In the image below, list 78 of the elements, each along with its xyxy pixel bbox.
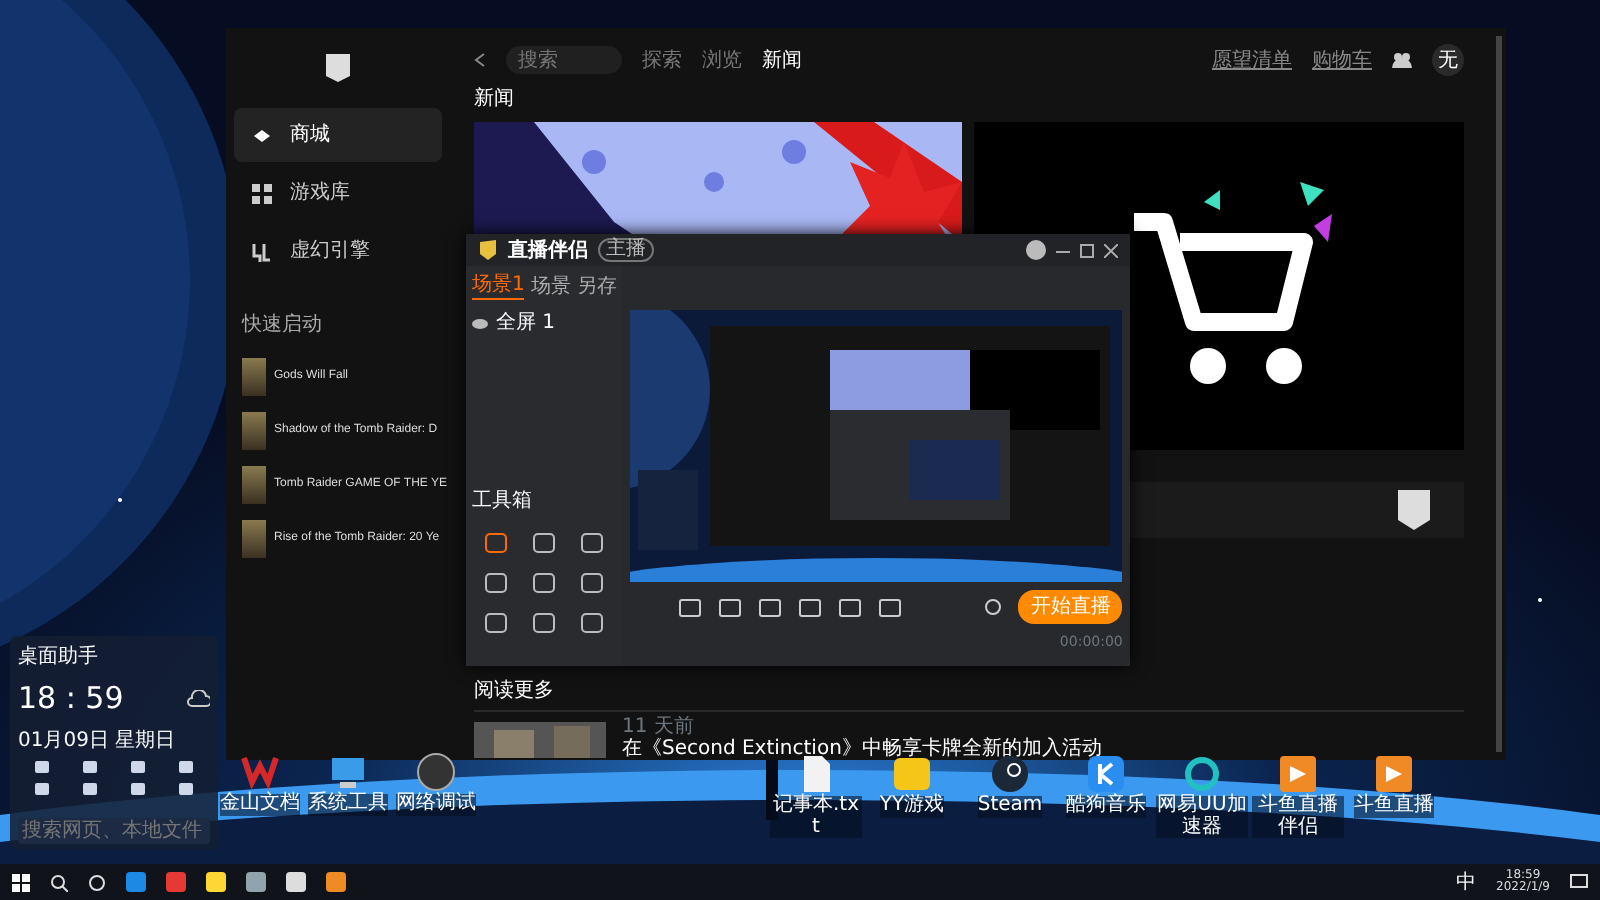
nav-tab[interactable]: 新闻 [762,45,802,75]
tool-icon[interactable] [484,572,509,594]
clock-time: 18 : 59 [18,678,124,720]
source-icon[interactable] [838,597,863,617]
cloud-icon [186,689,210,708]
maximize-icon[interactable] [1080,243,1094,257]
news-age: 11 天前 [622,718,696,738]
start-icon[interactable] [12,873,30,891]
source-item[interactable]: 全屏 1 [496,308,556,338]
avatar[interactable]: 无 [1432,44,1464,76]
avatar[interactable] [1026,240,1046,260]
tool-icon[interactable] [532,612,557,634]
game-cover-icon [242,358,266,396]
source-icon[interactable] [678,597,703,617]
grid-icon [250,181,274,205]
header-link[interactable]: 购物车 [1312,45,1372,75]
app-logo-icon [478,238,498,262]
tool-icon[interactable] [580,572,605,594]
desktop-shortcut[interactable]: 酷狗音乐 [1060,754,1152,817]
epic-logo-icon [1396,488,1432,532]
tool-icon[interactable] [532,532,557,554]
header-link[interactable]: 愿望清单 [1212,45,1292,75]
nav-tab[interactable]: 浏览 [702,45,742,75]
desktop-shortcut[interactable]: 系统工具 [306,752,390,815]
app-icon [990,754,1030,794]
u-mark-icon [250,239,274,263]
desktop-shortcut[interactable]: YY游戏 [866,754,958,817]
read-more-link[interactable]: 阅读更多 [474,682,554,702]
app-icon [1374,754,1414,794]
tool-icon[interactable] [580,532,605,554]
settings-icon[interactable] [984,598,1003,616]
role-badge: 主播 [598,238,654,262]
source-icon[interactable] [718,597,743,617]
section-title: 新闻 [474,85,516,114]
circle-icon[interactable] [88,873,106,891]
sidebar-item[interactable]: 虚幻引擎 [234,224,442,278]
source-icon[interactable] [878,597,903,617]
tool-icon[interactable] [484,612,509,634]
scene-tab[interactable]: 场景 [530,272,571,300]
desktop-shortcut[interactable]: Steam [964,754,1056,817]
search-field[interactable]: 搜索 [506,46,622,74]
tool-icon[interactable] [532,572,557,594]
search-icon[interactable] [50,873,68,891]
game-cover-icon [242,466,266,504]
scene-tab[interactable]: 场景1 [472,272,525,300]
ime-indicator[interactable]: 中 [1456,867,1477,897]
scene-tab[interactable]: 另存 [576,272,617,300]
tool-icon[interactable] [484,532,509,554]
friends-icon[interactable] [1392,52,1412,68]
app-icon [240,752,280,792]
back-icon[interactable] [474,52,486,68]
app-icon [1278,754,1318,794]
sidebar-item[interactable]: 商城 [234,108,442,162]
game-cover-icon [242,412,266,450]
section-label: 快速启动 [242,311,324,340]
nav-tab[interactable]: 探索 [642,45,682,75]
sidebar-item[interactable]: 游戏库 [234,166,442,220]
app-icon [416,752,456,792]
epic-logo-icon [324,52,352,84]
widget-title: 桌面助手 [18,643,100,672]
source-icon[interactable] [758,597,783,617]
tool-icon[interactable] [580,612,605,634]
app-icon [892,754,932,794]
source-icon[interactable] [798,597,823,617]
close-icon[interactable] [1104,243,1118,257]
date-text: 01月09日 星期日 [18,727,178,755]
eye-icon[interactable] [472,317,488,329]
search-field[interactable]: 搜索网页、本地文件 [18,818,210,844]
news-title: 在《Second Extinction》中畅享卡牌全新的加入活动 [622,739,1102,760]
app-title: 直播伴侣 [508,237,588,265]
game-cover-icon [242,520,266,558]
app-icon [1086,754,1126,794]
desktop-shortcut[interactable]: 斗鱼直播 [1348,754,1440,817]
notification-icon[interactable] [1570,874,1588,890]
toolbox-title: 工具箱 [472,488,532,516]
desktop-shortcut[interactable]: 网络调试 [394,752,478,815]
app-icon [1182,754,1222,794]
desktop-shortcut[interactable]: 金山文档 [218,752,302,815]
